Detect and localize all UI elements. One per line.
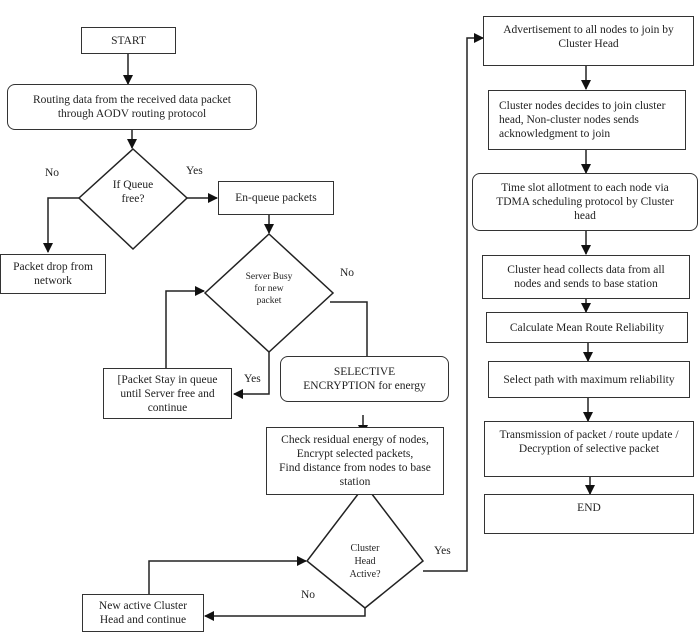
- new-cluster-head-node: New active Cluster Head and continue: [82, 594, 204, 632]
- end-label: END: [577, 502, 601, 514]
- selective-encryption-node: SELECTIVE ENCRYPTION for energy: [280, 356, 449, 402]
- cluster-join-label: Cluster nodes decides to join cluster he…: [499, 100, 666, 140]
- mean-reliability-node: Calculate Mean Route Reliability: [486, 312, 688, 343]
- server-decision-label: Server Busy for new packet: [245, 272, 293, 306]
- collect-data-label: Cluster head collects data from all node…: [507, 264, 665, 290]
- collect-data-node: Cluster head collects data from all node…: [482, 255, 690, 299]
- time-slot-node: Time slot allotment to each node via TDM…: [472, 173, 698, 231]
- edge-queue-drop: [43, 197, 79, 253]
- advertisement-label: Advertisement to all nodes to join by Cl…: [503, 24, 674, 50]
- enqueue-node: En-queue packets: [218, 181, 334, 215]
- enqueue-label: En-queue packets: [235, 192, 317, 204]
- start-node: START: [81, 27, 176, 54]
- edge-cluster-newhead: [204, 608, 366, 621]
- queue-yes-label: Yes: [186, 165, 203, 177]
- selective-encryption-label: SELECTIVE ENCRYPTION for energy: [303, 366, 426, 392]
- select-path-label: Select path with maximum reliability: [503, 373, 675, 386]
- server-no-label: No: [340, 267, 355, 279]
- new-cluster-head-label: New active Cluster Head and continue: [98, 600, 188, 626]
- queue-no-label: No: [45, 167, 60, 179]
- cluster-decision-label: Cluster Head Active?: [349, 543, 381, 580]
- routing-label: Routing data from the received data pack…: [33, 94, 231, 120]
- packet-drop-node: Packet drop from network: [0, 254, 106, 294]
- advertisement-node: Advertisement to all nodes to join by Cl…: [483, 16, 694, 66]
- packet-stay-node: [Packet Stay in queue until Server free …: [103, 368, 232, 419]
- select-path-node: Select path with maximum reliability: [488, 361, 690, 398]
- start-label: START: [111, 34, 146, 47]
- end-node: END: [484, 494, 694, 534]
- transmission-node: Transmission of packet / route update / …: [484, 421, 694, 477]
- server-yes-label: Yes: [244, 373, 261, 385]
- cluster-yes-label: Yes: [434, 545, 451, 557]
- routing-node: Routing data from the received data pack…: [7, 84, 257, 130]
- cluster-no-label: No: [301, 589, 316, 601]
- cluster-join-node: Cluster nodes decides to join cluster he…: [488, 90, 686, 150]
- packet-drop-label: Packet drop from network: [13, 261, 93, 287]
- check-energy-node: Check residual energy of nodes, Encrypt …: [266, 427, 444, 495]
- transmission-label: Transmission of packet / route update / …: [499, 429, 679, 455]
- time-slot-label: Time slot allotment to each node via TDM…: [496, 182, 674, 222]
- check-energy-label: Check residual energy of nodes, Encrypt …: [279, 434, 431, 488]
- packet-stay-label: [Packet Stay in queue until Server free …: [117, 373, 218, 414]
- edge-stay-server: [165, 286, 205, 368]
- edge-server-encryption: [330, 301, 368, 356]
- edge-newhead-cluster: [148, 556, 307, 594]
- mean-reliability-label: Calculate Mean Route Reliability: [509, 321, 665, 334]
- queue-decision-label: If Queue free?: [112, 179, 154, 205]
